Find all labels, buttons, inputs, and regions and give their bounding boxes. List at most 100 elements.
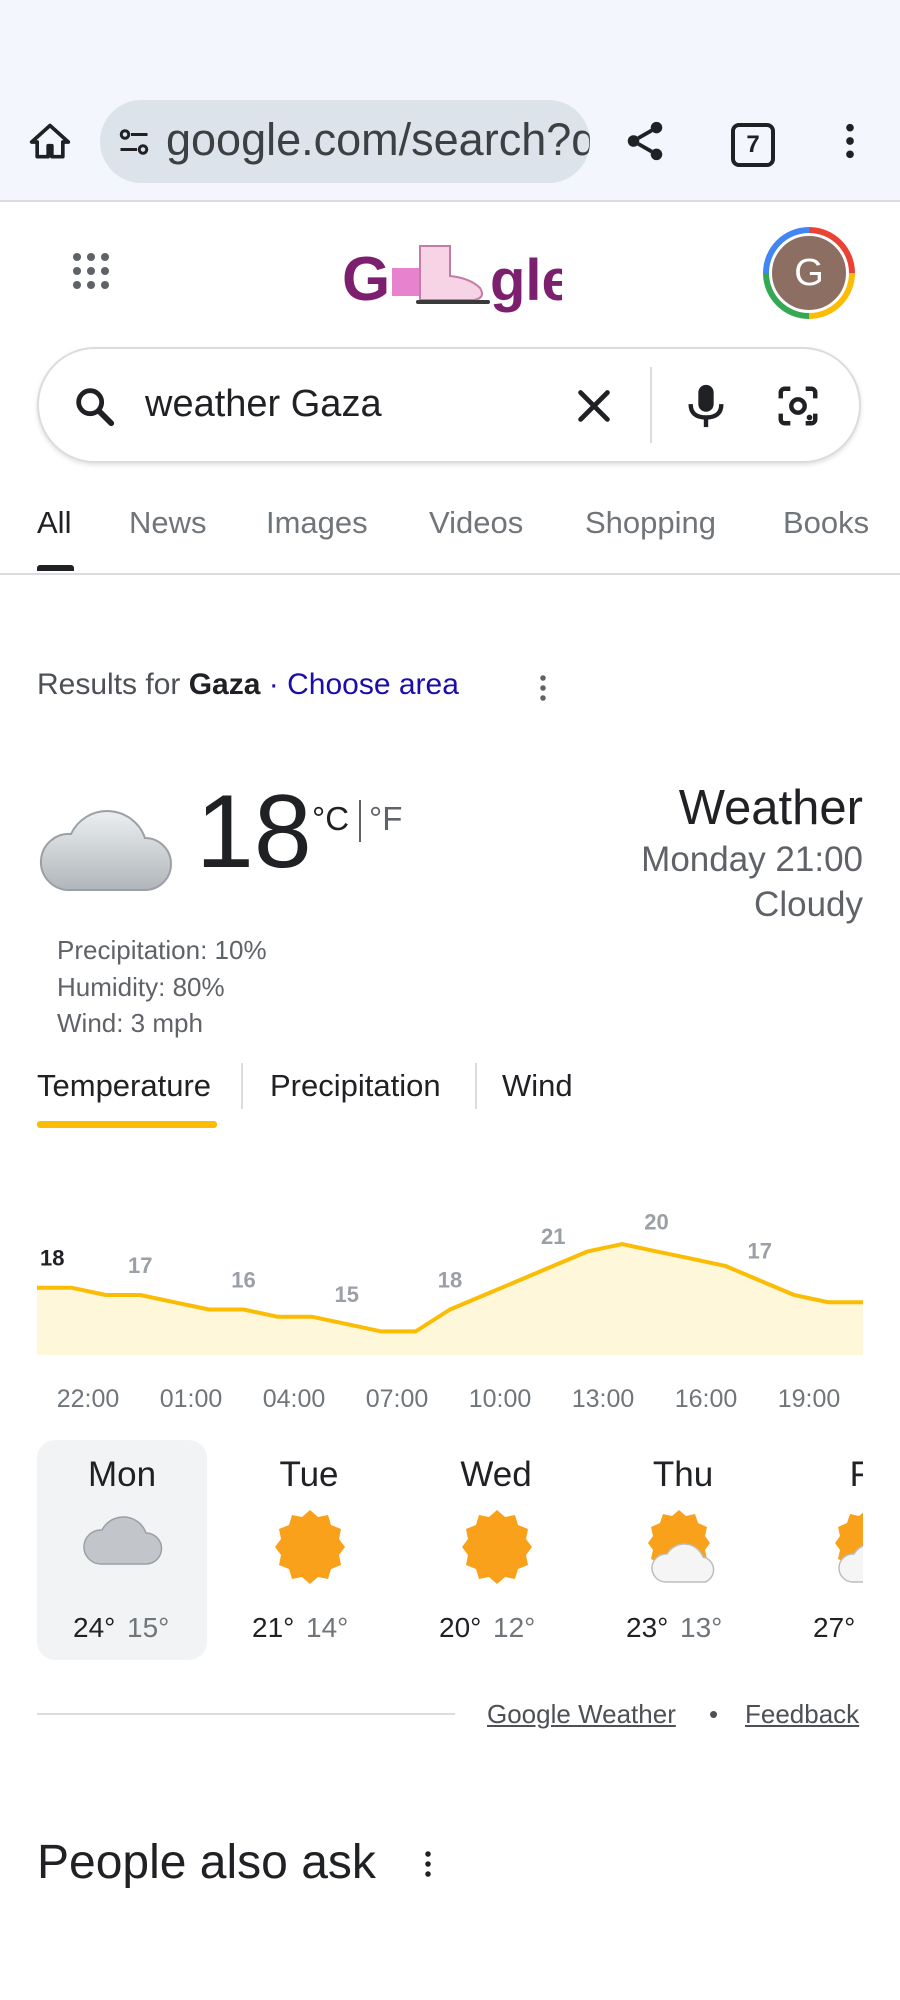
results-separator: · — [260, 668, 288, 701]
temperature-data-label: 20 — [644, 1209, 668, 1234]
forecast-day-fri[interactable]: Fri 27° — [785, 1440, 863, 1660]
day-high: 24° — [73, 1612, 116, 1643]
account-avatar[interactable]: G — [763, 227, 855, 319]
address-bar[interactable]: google.com/search?q — [100, 100, 590, 183]
tab-shopping[interactable]: Shopping — [585, 505, 716, 541]
tab-all[interactable]: All — [37, 505, 71, 541]
temperature-data-label: 17 — [128, 1253, 152, 1278]
cloudy-icon — [83, 1516, 163, 1565]
search-divider — [650, 367, 652, 443]
day-high: 20° — [439, 1612, 482, 1643]
fahrenheit-toggle[interactable]: °F — [369, 800, 402, 838]
temperature-data-label: 18 — [438, 1268, 462, 1293]
daily-forecast: Mon 24° 15° Tue 21° 14° Wed 20° 12° Thu … — [37, 1440, 863, 1660]
temperature-data-label: 16 — [231, 1268, 255, 1293]
humidity-detail: Humidity: 80% — [57, 972, 225, 1002]
hour-tick-label: 22:00 — [56, 1385, 120, 1413]
site-settings-icon[interactable] — [116, 124, 152, 160]
cloudy-icon — [40, 810, 172, 891]
weather-datetime: Monday 21:00 — [641, 840, 863, 879]
active-tab-indicator — [37, 565, 74, 571]
unit-separator — [359, 800, 361, 842]
day-name: Thu — [652, 1455, 714, 1494]
results-location: Gaza — [188, 668, 261, 701]
partly-cloudy-icon — [835, 1512, 863, 1583]
day-name: Wed — [460, 1455, 532, 1494]
temperature-data-label: 21 — [541, 1224, 565, 1249]
google-doodle-logo[interactable]: G gle — [342, 238, 562, 318]
people-also-ask-title: People also ask — [37, 1836, 376, 1889]
clear-icon[interactable] — [571, 383, 617, 429]
hour-tick-label: 19:00 — [777, 1385, 841, 1413]
day-high: 23° — [626, 1612, 669, 1643]
search-tabs: All News Images Videos Shopping Books — [0, 495, 900, 575]
weather-tab-separator — [241, 1063, 243, 1109]
day-low: 15° — [127, 1612, 170, 1643]
weather-tab-indicator — [37, 1121, 217, 1128]
share-icon[interactable] — [622, 118, 668, 164]
tab-wind[interactable]: Wind — [502, 1068, 573, 1104]
weather-title: Weather — [678, 781, 863, 835]
forecast-day-mon[interactable]: Mon 24° 15° — [37, 1440, 207, 1660]
hour-tick-label: 01:00 — [159, 1385, 223, 1413]
tab-news[interactable]: News — [129, 505, 207, 541]
tab-books[interactable]: Books — [783, 505, 869, 541]
results-for-prefix: Results for — [37, 668, 189, 701]
more-options-icon[interactable] — [413, 1846, 443, 1882]
forecast-day-wed[interactable]: Wed 20° 12° — [411, 1440, 581, 1660]
day-name: Mon — [87, 1455, 157, 1494]
apps-grid-icon[interactable] — [70, 250, 112, 292]
status-bar — [0, 0, 900, 100]
day-low: 13° — [680, 1612, 723, 1643]
partly-cloudy-icon — [648, 1510, 715, 1583]
svg-text:gle: gle — [490, 248, 562, 313]
tab-precipitation[interactable]: Precipitation — [270, 1068, 441, 1104]
day-name: Tue — [279, 1455, 339, 1494]
wind-detail: Wind: 3 mph — [57, 1008, 203, 1038]
feedback-link[interactable]: Feedback — [745, 1699, 859, 1730]
browser-toolbar: google.com/search?q 7 — [0, 100, 900, 202]
tab-videos[interactable]: Videos — [429, 505, 523, 541]
precipitation-detail: Precipitation: 10% — [57, 935, 267, 965]
google-weather-link[interactable]: Google Weather — [487, 1699, 676, 1730]
microphone-icon[interactable] — [683, 381, 729, 431]
temperature-data-label: 15 — [335, 1282, 359, 1307]
celsius-toggle[interactable]: °C — [312, 800, 349, 838]
tab-switcher-button[interactable]: 7 — [731, 123, 775, 167]
weather-tab-separator — [475, 1063, 477, 1109]
day-high: 21° — [252, 1612, 295, 1643]
tab-temperature[interactable]: Temperature — [37, 1068, 211, 1104]
current-temperature: 18 — [196, 774, 312, 890]
temperature-data-label: 17 — [748, 1238, 772, 1263]
hour-tick-label: 16:00 — [674, 1385, 738, 1413]
day-high: 27° — [813, 1612, 856, 1643]
footer-divider — [37, 1713, 455, 1715]
weather-condition: Cloudy — [754, 885, 863, 924]
home-icon[interactable] — [28, 120, 72, 164]
day-low: 12° — [493, 1612, 536, 1643]
search-input[interactable]: weather Gaza — [145, 383, 382, 426]
svg-text:G: G — [342, 245, 390, 314]
day-name: Fri — [849, 1455, 863, 1494]
choose-area-link[interactable]: Choose area — [287, 668, 459, 701]
search-bar[interactable]: weather Gaza — [37, 347, 861, 463]
hour-tick-label: 13:00 — [571, 1385, 635, 1413]
day-low: 14° — [306, 1612, 349, 1643]
forecast-day-tue[interactable]: Tue 21° 14° — [224, 1440, 394, 1660]
forecast-day-thu[interactable]: Thu 23° 13° — [598, 1440, 768, 1660]
avatar-initial[interactable]: G — [769, 233, 849, 313]
more-options-icon[interactable] — [528, 670, 558, 706]
sunny-icon — [275, 1510, 345, 1584]
tab-images[interactable]: Images — [266, 505, 368, 541]
google-lens-icon[interactable] — [775, 383, 821, 429]
hour-tick-label: 07:00 — [365, 1385, 429, 1413]
search-icon — [76, 388, 115, 427]
url-text[interactable]: google.com/search?q — [166, 114, 590, 166]
temperature-data-label: 18 — [40, 1246, 64, 1271]
more-vert-icon[interactable] — [830, 118, 870, 164]
sunny-icon — [462, 1510, 532, 1584]
hour-tick-label: 10:00 — [468, 1385, 532, 1413]
footer-separator: • — [709, 1699, 719, 1729]
results-for-line: Results for Gaza · Choose area — [37, 668, 459, 702]
hour-tick-label: 04:00 — [262, 1385, 326, 1413]
